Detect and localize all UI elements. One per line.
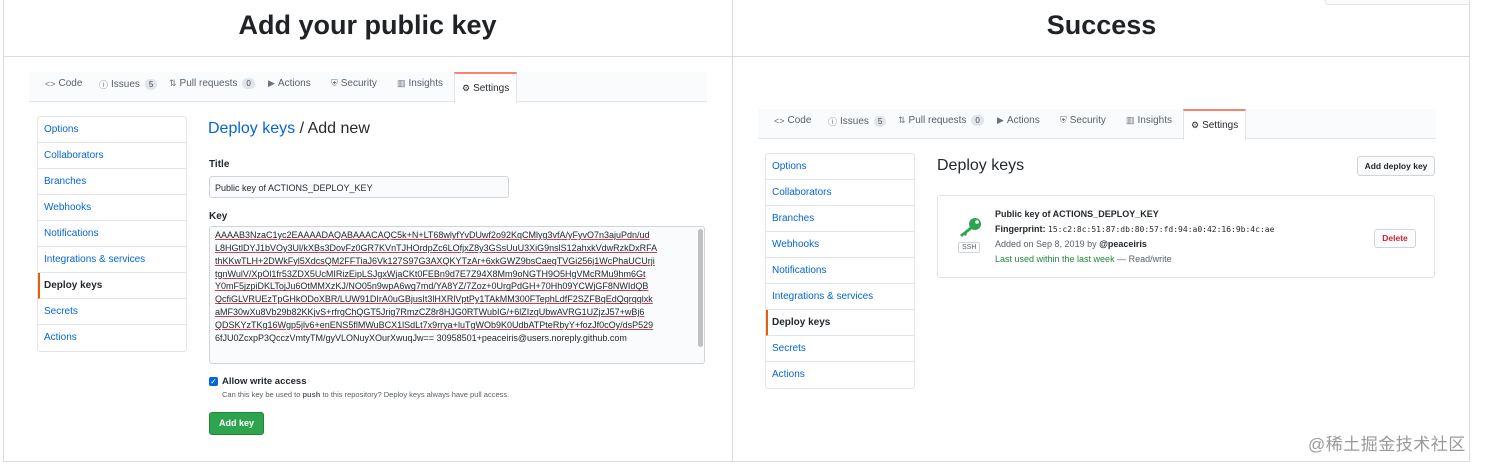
key-line: 6fJU0ZcxpP3QcczVmtyTM/gyVLONuyXOurXwuqJw… <box>215 332 627 343</box>
sidebar-item-integrations[interactable]: Integrations & services <box>766 284 914 310</box>
shield-icon: ⛨ <box>1060 115 1067 125</box>
key-line: L8HGtlDYJ1bVOy3Ul/kXBs3DovFz0GR7KVnTJHOr… <box>215 242 658 253</box>
issues-count: 5 <box>144 79 158 90</box>
tab-pull-requests[interactable]: ⇅ Pull requests 0 <box>898 115 984 126</box>
corner-tab <box>1325 0 1470 5</box>
play-icon: ▶ <box>268 78 275 88</box>
repo-tabbar-right: <> Code ⓘ Issues 5 ⇅ Pull requests 0 ▶ Actions… <box>758 109 1436 140</box>
sidebar-item-actions[interactable]: Actions <box>38 325 186 351</box>
play-icon: ▶ <box>997 115 1004 125</box>
tab-insights[interactable]: ▥ Insights <box>1126 115 1172 126</box>
tab-issues[interactable]: ⓘ Issues 5 <box>99 78 158 91</box>
sidebar-item-notifications[interactable]: Notifications <box>38 221 186 247</box>
sidebar-item-secrets[interactable]: Secrets <box>38 299 186 325</box>
issues-count: 5 <box>873 116 887 127</box>
pull-request-icon: ⇅ <box>169 78 177 88</box>
added-on-row: Added on Sep 8, 2019 by @peaceiris <box>995 239 1147 249</box>
title-label: Title <box>209 159 230 170</box>
key-line: QcfiGLVRUEzTpGHkODoXBR/LUW91DIrA0uGBjusI… <box>215 294 653 305</box>
add-deploy-key-button[interactable]: Add deploy key <box>1357 156 1435 176</box>
key-textarea[interactable]: AAAAB3NzaC1yc2EAAAADAQABAAACAQC5k+N+LT68… <box>209 226 705 364</box>
fingerprint-value: 15:c2:8c:51:87:db:80:57:fd:94:a0:42:16:9… <box>1048 225 1275 234</box>
allow-write-note: Can this key be used to push to this rep… <box>222 390 510 399</box>
sidebar-item-options[interactable]: Options <box>766 154 914 180</box>
key-label: Key <box>209 211 228 222</box>
sidebar-item-secrets[interactable]: Secrets <box>766 336 914 362</box>
column-divider <box>732 0 733 461</box>
code-icon: <> <box>774 115 785 126</box>
tab-code[interactable]: <> Code <box>774 115 811 126</box>
last-used-row: Last used within the last week — Read/wr… <box>995 254 1172 264</box>
added-by-user[interactable]: @peaceiris <box>1099 239 1147 249</box>
graph-icon: ▥ <box>1126 115 1135 125</box>
settings-sidebar-right: Options Collaborators Branches Webhooks … <box>765 153 915 389</box>
key-line: Y0mF5jzpiDKLTojJu6OtMMXzKJ/NO05n9wpA6wg7… <box>215 281 649 292</box>
key-title: Public key of ACTIONS_DEPLOY_KEY <box>995 209 1159 219</box>
fingerprint-row: Fingerprint: 15:c2:8c:51:87:db:80:57:fd:… <box>995 224 1275 234</box>
key-line: aMF30wXu8Vb29b82KKjvS+rfrgChQGT5Jrig7Rmz… <box>215 307 645 318</box>
sidebar-item-webhooks[interactable]: Webhooks <box>766 232 914 258</box>
allow-write-checkbox[interactable]: ✓ <box>209 377 218 386</box>
allow-write-label: Allow write access <box>222 376 307 387</box>
issue-icon: ⓘ <box>828 117 838 127</box>
sidebar-item-branches[interactable]: Branches <box>38 169 186 195</box>
left-column-title: Add your public key <box>238 10 497 40</box>
page-title: Deploy keys / Add new <box>208 120 370 137</box>
sidebar-item-branches[interactable]: Branches <box>766 206 914 232</box>
deploy-keys-title: Deploy keys <box>937 157 1025 174</box>
pull-requests-count: 0 <box>971 115 984 126</box>
pull-requests-count: 0 <box>242 78 255 89</box>
tab-settings[interactable]: ⚙ Settings <box>1183 109 1247 140</box>
watermark-text: @稀土掘金技术社区 <box>1308 435 1466 454</box>
tab-code[interactable]: <> Code <box>45 78 82 89</box>
tab-settings[interactable]: ⚙ Settings <box>454 72 518 103</box>
textarea-scrollbar[interactable] <box>698 229 703 347</box>
tab-actions[interactable]: ▶ Actions <box>997 115 1040 126</box>
shield-icon: ⛨ <box>331 78 338 88</box>
delete-key-button[interactable]: Delete <box>1374 229 1416 248</box>
gear-icon: ⚙ <box>1191 120 1200 130</box>
repo-tabbar-left: <> Code ⓘ Issues 5 ⇅ Pull requests 0 ▶ Actions… <box>29 72 707 103</box>
sidebar-item-integrations[interactable]: Integrations & services <box>38 247 186 273</box>
sidebar-item-deploy-keys[interactable]: Deploy keys <box>38 273 186 299</box>
tab-actions[interactable]: ▶ Actions <box>268 78 311 89</box>
deploy-key-entry: SSH Public key of ACTIONS_DEPLOY_KEY Fin… <box>937 195 1435 278</box>
sidebar-item-deploy-keys[interactable]: Deploy keys <box>766 310 914 336</box>
sidebar-item-collaborators[interactable]: Collaborators <box>766 180 914 206</box>
sidebar-item-collaborators[interactable]: Collaborators <box>38 143 186 169</box>
tab-security[interactable]: ⛨ Security <box>331 78 377 89</box>
key-line: QDSKYzTKg16Wgp5jlv6+enENS5flMWuBCX1lSdLt… <box>215 319 654 330</box>
key-line: tgnWulV/XpOl1fr53ZDX5UcMIRizEipLSJgxWjaC… <box>215 268 646 279</box>
tab-security[interactable]: ⛨ Security <box>1060 115 1106 126</box>
tab-pull-requests[interactable]: ⇅ Pull requests 0 <box>169 78 255 89</box>
sidebar-item-actions[interactable]: Actions <box>766 362 914 388</box>
title-input[interactable]: Public key of ACTIONS_DEPLOY_KEY <box>209 176 509 198</box>
sidebar-item-notifications[interactable]: Notifications <box>766 258 914 284</box>
deploy-keys-link[interactable]: Deploy keys <box>208 120 295 137</box>
key-icon <box>960 218 981 237</box>
settings-sidebar-left: Options Collaborators Branches Webhooks … <box>37 116 187 352</box>
tab-issues[interactable]: ⓘ Issues 5 <box>828 115 887 128</box>
sidebar-item-options[interactable]: Options <box>38 117 186 143</box>
sidebar-item-webhooks[interactable]: Webhooks <box>38 195 186 221</box>
ssh-badge: SSH <box>958 242 981 253</box>
right-column-title: Success <box>1046 10 1157 40</box>
gear-icon: ⚙ <box>462 83 471 93</box>
add-key-button[interactable]: Add key <box>209 412 264 435</box>
tab-insights[interactable]: ▥ Insights <box>397 78 443 89</box>
key-line: thKKwTLH+2DWkFyl5XdcsQM2FFTiaJ6Vk127S97G… <box>215 255 655 266</box>
graph-icon: ▥ <box>397 78 406 88</box>
issue-icon: ⓘ <box>99 80 109 90</box>
pull-request-icon: ⇅ <box>898 115 906 125</box>
code-icon: <> <box>45 78 56 89</box>
key-line: AAAAB3NzaC1yc2EAAAADAQABAAACAQC5k+N+LT68… <box>215 230 650 240</box>
